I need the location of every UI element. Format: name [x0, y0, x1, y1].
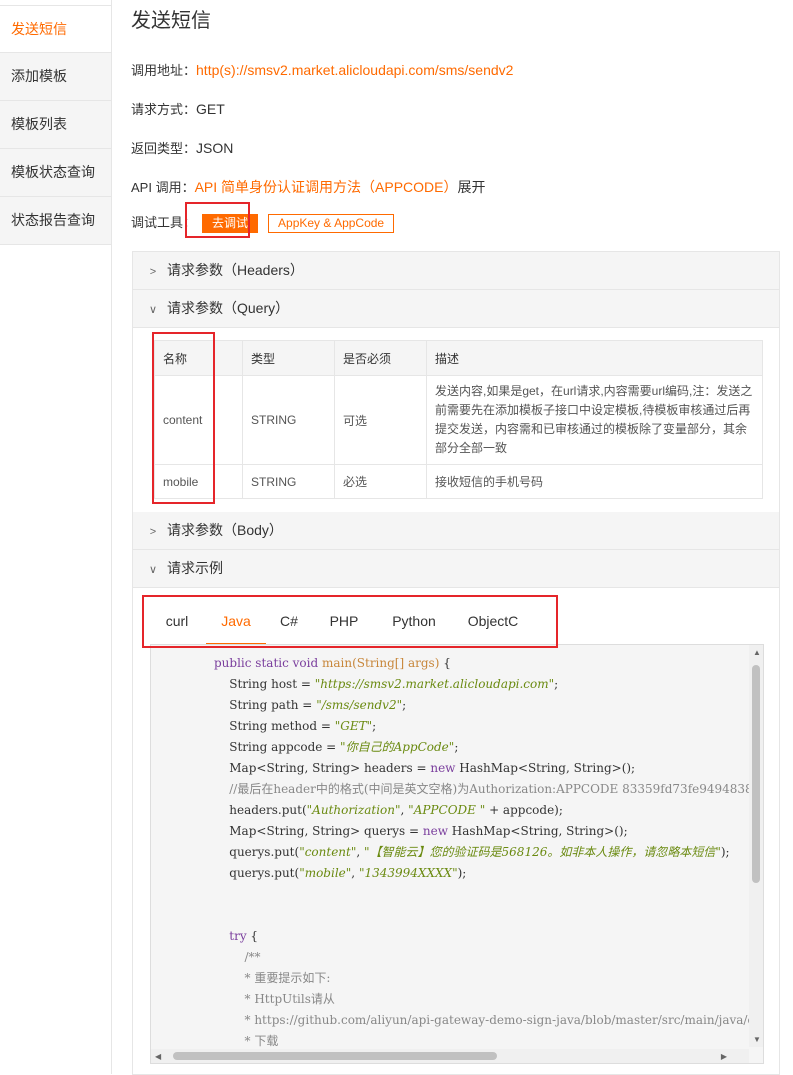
param-required: 可选 — [334, 375, 427, 465]
sidebar-item-add-template[interactable]: 添加模板 — [0, 53, 111, 101]
section-body[interactable]: > 请求参数（Body） — [133, 512, 779, 550]
appkey-appcode-button[interactable]: AppKey & AppCode — [268, 214, 395, 234]
return-label: 返回类型： — [131, 141, 197, 156]
tool-row: 调试工具： 去调试 AppKey & AppCode — [131, 212, 395, 234]
highlight-name-column — [152, 332, 215, 504]
sidebar-item-template-list[interactable]: 模板列表 — [0, 101, 111, 149]
sidebar-item-template-status[interactable]: 模板状态查询 — [0, 149, 111, 197]
vertical-scrollbar[interactable]: ▲ ▼ — [749, 645, 763, 1047]
section-example[interactable]: ∨ 请求示例 — [133, 550, 779, 588]
section-headers-title: 请求参数（Headers） — [167, 262, 304, 278]
method-label: 请求方式： — [131, 102, 197, 117]
code-text: public static void main(String[] args) {… — [214, 656, 763, 1048]
chevron-right-icon: > — [149, 266, 157, 278]
param-desc: 发送内容,如果是get，在url请求,内容需要url编码,注：发送之前需要先在添… — [426, 375, 763, 465]
chevron-down-icon: ∨ — [148, 304, 158, 316]
return-value: JSON — [196, 140, 234, 156]
chevron-down-icon: ∨ — [148, 564, 158, 576]
url-row: 调用地址：http(s)://smsv2.market.alicloudapi.… — [131, 60, 513, 79]
vertical-scroll-thumb[interactable] — [752, 665, 760, 883]
table-row: mobile STRING 必选 接收短信的手机号码 — [154, 464, 763, 499]
method-value: GET — [196, 101, 225, 117]
section-headers[interactable]: > 请求参数（Headers） — [133, 252, 779, 290]
scroll-left-icon[interactable]: ◀ — [155, 1052, 161, 1061]
scroll-up-icon[interactable]: ▲ — [753, 648, 761, 657]
section-example-title: 请求示例 — [167, 560, 223, 576]
scroll-down-icon[interactable]: ▼ — [753, 1035, 761, 1044]
code-block[interactable]: public static void main(String[] args) {… — [150, 644, 764, 1064]
params-panel: > 请求参数（Headers） ∨ 请求参数（Query） 名称 类型 是否必须 描… — [132, 251, 780, 1075]
param-type: STRING — [242, 375, 335, 465]
section-query-title: 请求参数（Query） — [167, 300, 290, 316]
api-auth-link[interactable]: API 简单身份认证调用方法（APPCODE） — [195, 179, 458, 195]
col-desc: 描述 — [426, 340, 763, 376]
sidebar-item-send-sms[interactable]: 发送短信 — [0, 5, 111, 53]
return-row: 返回类型：JSON — [131, 138, 233, 157]
method-row: 请求方式：GET — [131, 99, 225, 118]
sidebar: 发送短信 添加模板 模板列表 模板状态查询 状态报告查询 — [0, 0, 112, 1074]
url-value: http(s)://smsv2.market.alicloudapi.com/s… — [196, 62, 514, 78]
highlight-code-tabs — [142, 595, 558, 648]
api-row: API 调用：API 简单身份认证调用方法（APPCODE）展开 — [131, 177, 486, 197]
param-type: STRING — [242, 464, 335, 499]
highlight-try-button — [185, 202, 250, 238]
page-title: 发送短信 — [131, 10, 211, 32]
section-query[interactable]: ∨ 请求参数（Query） — [133, 290, 779, 328]
api-expand-link[interactable]: 展开 — [458, 179, 486, 195]
horizontal-scrollbar[interactable]: ◀ ▶ — [151, 1049, 749, 1063]
col-type: 类型 — [242, 340, 335, 376]
chevron-right-icon: > — [149, 526, 157, 538]
col-required: 是否必须 — [334, 340, 427, 376]
url-label: 调用地址： — [131, 63, 197, 78]
sidebar-item-status-report[interactable]: 状态报告查询 — [0, 197, 111, 245]
table-header-row: 名称 类型 是否必须 描述 — [154, 340, 763, 376]
param-desc: 接收短信的手机号码 — [426, 464, 763, 499]
param-required: 必选 — [334, 464, 427, 499]
api-label: API 调用： — [131, 180, 195, 195]
horizontal-scroll-thumb[interactable] — [173, 1052, 497, 1060]
scroll-right-icon[interactable]: ▶ — [721, 1052, 727, 1061]
section-body-title: 请求参数（Body） — [167, 522, 283, 538]
table-row: content STRING 可选 发送内容,如果是get，在url请求,内容需… — [154, 375, 763, 465]
query-params-table: 名称 类型 是否必须 描述 content STRING 可选 发送内容,如果是… — [154, 340, 763, 499]
